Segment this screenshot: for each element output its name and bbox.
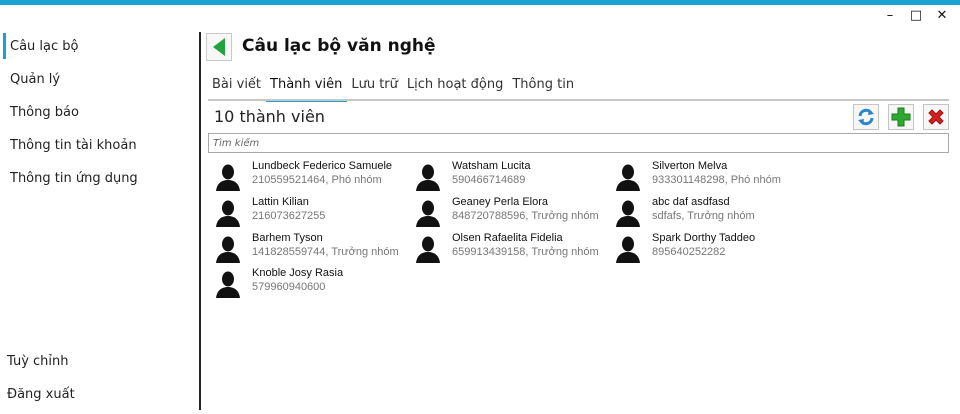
sidebar-item-label: Quản lý: [10, 71, 61, 87]
sidebar-item-label: Thông tin tài khoản: [10, 137, 137, 153]
tab-schedule[interactable]: Lịch hoạt động: [403, 74, 508, 102]
member-name: Silverton Melva: [652, 160, 728, 172]
tab-members[interactable]: Thành viên: [266, 74, 348, 102]
sidebar-item-manage[interactable]: Quản lý: [3, 66, 193, 92]
sidebar-item-label: Đăng xuất: [7, 386, 75, 402]
member-details: sdfafs, Trưởng nhóm: [652, 210, 755, 222]
add-icon: [891, 107, 911, 127]
member-item[interactable]: Watsham Lucita 590466714689: [414, 160, 609, 191]
member-details: 659913439158, Trưởng nhóm: [452, 246, 599, 258]
sidebar-item-label: Tuỳ chỉnh: [7, 353, 69, 369]
member-count: 10 thành viên: [214, 107, 325, 126]
member-item[interactable]: Knoble Josy Rasia 579960940600: [214, 267, 409, 298]
search-input[interactable]: [208, 133, 949, 153]
close-button[interactable]: ✕: [934, 8, 950, 24]
user-avatar-icon: [416, 200, 440, 227]
user-avatar-icon: [416, 164, 440, 191]
member-name: Spark Dorthy Taddeo: [652, 232, 756, 244]
tab-underline: [208, 99, 949, 101]
sidebar-item-notifications[interactable]: Thông báo: [3, 99, 193, 125]
tab-label: Lịch hoạt động: [406, 77, 504, 92]
minimize-button[interactable]: –: [882, 8, 898, 24]
back-button[interactable]: [206, 33, 232, 61]
member-item[interactable]: Lundbeck Federico Samuele 210559521464, …: [214, 160, 409, 191]
member-name: Knoble Josy Rasia: [252, 267, 344, 279]
member-item[interactable]: abc daf asdfasd sdfafs, Trưởng nhóm: [614, 196, 809, 227]
member-item[interactable]: Lattin Kilian 216073627255: [214, 196, 409, 227]
sidebar-item-logout[interactable]: Đăng xuất: [0, 381, 190, 407]
member-name: Barhem Tyson: [252, 232, 323, 244]
user-avatar-icon: [616, 200, 640, 227]
member-details: 210559521464, Phó nhóm: [252, 174, 382, 186]
member-details: 216073627255: [252, 210, 326, 222]
remove-member-button[interactable]: [923, 104, 949, 130]
maximize-button[interactable]: □: [908, 8, 924, 24]
tab-info[interactable]: Thông tin: [508, 74, 579, 102]
title-bar-accent: [0, 0, 960, 5]
tab-label: Thông tin: [512, 77, 575, 92]
tab-label: Bài viết: [212, 77, 262, 92]
sidebar-item-customize[interactable]: Tuỳ chỉnh: [0, 348, 190, 374]
sidebar-item-clubs[interactable]: Câu lạc bộ: [3, 33, 193, 59]
tab-bar: Bài viết Thành viên Lưu trữ Lịch hoạt độ…: [208, 74, 579, 102]
sidebar-item-label: Thông báo: [10, 104, 79, 120]
member-name: Watsham Lucita: [452, 160, 531, 172]
user-avatar-icon: [216, 164, 240, 191]
sidebar: Câu lạc bộ Quản lý Thông báo Thông tin t…: [0, 30, 200, 414]
member-name: Olsen Rafaelita Fidelia: [452, 232, 563, 244]
main-content: Câu lạc bộ văn nghệ Bài viết Thành viên …: [201, 30, 960, 414]
user-avatar-icon: [216, 200, 240, 227]
sidebar-item-label: Thông tin ứng dụng: [10, 170, 138, 186]
tab-storage[interactable]: Lưu trữ: [347, 74, 403, 102]
add-member-button[interactable]: [888, 104, 914, 130]
member-details: 933301148298, Phó nhóm: [652, 174, 781, 186]
user-avatar-icon: [216, 236, 240, 263]
member-details: 895640252282: [652, 246, 726, 258]
user-avatar-icon: [216, 271, 240, 298]
tab-label: Lưu trữ: [351, 77, 398, 92]
delete-icon: [928, 109, 944, 125]
member-name: Geaney Perla Elora: [452, 196, 548, 208]
member-details: 141828559744, Trưởng nhóm: [252, 246, 399, 258]
member-item[interactable]: Spark Dorthy Taddeo 895640252282: [614, 232, 809, 263]
tab-label: Thành viên: [270, 77, 343, 92]
member-details: 590466714689: [452, 174, 526, 186]
member-name: abc daf asdfasd: [652, 196, 730, 208]
sidebar-item-label: Câu lạc bộ: [10, 38, 79, 54]
member-name: Lundbeck Federico Samuele: [252, 160, 393, 172]
back-arrow-icon: [213, 38, 225, 56]
member-details: 579960940600: [252, 281, 326, 293]
member-item[interactable]: Olsen Rafaelita Fidelia 659913439158, Tr…: [414, 232, 609, 263]
tab-posts[interactable]: Bài viết: [208, 74, 266, 102]
refresh-button[interactable]: [853, 104, 879, 130]
member-item[interactable]: Geaney Perla Elora 848720788596, Trưởng …: [414, 196, 609, 227]
member-item[interactable]: Barhem Tyson 141828559744, Trưởng nhóm: [214, 232, 409, 263]
user-avatar-icon: [416, 236, 440, 263]
sidebar-item-app-info[interactable]: Thông tin ứng dụng: [3, 165, 193, 191]
page-title: Câu lạc bộ văn nghệ: [242, 36, 436, 56]
refresh-icon: [858, 108, 874, 126]
member-item[interactable]: Silverton Melva 933301148298, Phó nhóm: [614, 160, 809, 191]
user-avatar-icon: [616, 236, 640, 263]
member-details: 848720788596, Trưởng nhóm: [452, 210, 599, 222]
member-name: Lattin Kilian: [252, 196, 309, 208]
sidebar-item-account-info[interactable]: Thông tin tài khoản: [3, 132, 193, 158]
window-controls: – □ ✕: [882, 8, 950, 24]
user-avatar-icon: [616, 164, 640, 191]
